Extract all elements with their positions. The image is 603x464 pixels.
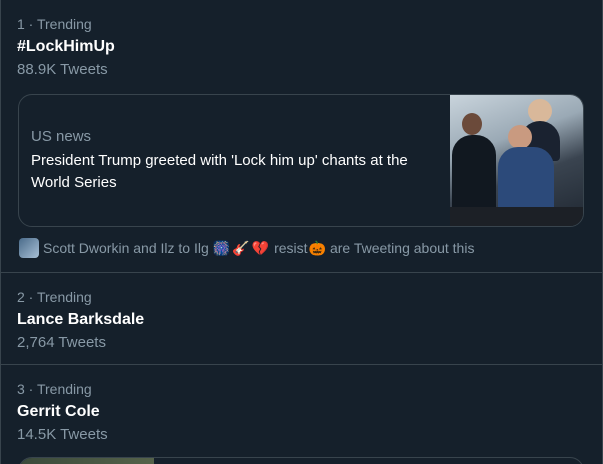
trend-name[interactable]: Gerrit Cole xyxy=(17,400,586,424)
news-card-image xyxy=(19,458,154,464)
social-suffix: are Tweeting about this xyxy=(329,240,475,256)
news-card-partial[interactable] xyxy=(18,457,584,464)
trend-tweet-count: 14.5K Tweets xyxy=(17,426,108,443)
news-card-image xyxy=(450,95,583,226)
fireworks-icon: 🎆 xyxy=(212,240,231,256)
news-card-text: US news President Trump greeted with 'Lo… xyxy=(19,95,450,226)
social-names: Scott Dworkin and Ilz to Ilg xyxy=(43,240,209,256)
trend-meta: 1 · Trending xyxy=(17,16,92,32)
pumpkin-icon: 🎃 xyxy=(308,240,326,256)
trend-tweet-count: 2,764 Tweets xyxy=(17,334,106,351)
trend-name[interactable]: #LockHimUp xyxy=(17,35,586,59)
trend-tweet-count: 88.9K Tweets xyxy=(17,61,108,78)
trend-name[interactable]: Lance Barksdale xyxy=(17,308,586,332)
news-card[interactable]: US news President Trump greeted with 'Lo… xyxy=(18,94,584,227)
broken-heart-icon: 💔 xyxy=(251,240,270,256)
trend-item-3[interactable]: 3 · Trending Gerrit Cole 14.5K Tweets xyxy=(1,365,602,464)
avatar xyxy=(19,238,39,258)
news-card-source: US news xyxy=(31,128,92,145)
trend-meta: 3 · Trending xyxy=(17,381,92,397)
trends-panel: 1 · Trending #LockHimUp 88.9K Tweets US … xyxy=(0,0,603,464)
trend-item-2[interactable]: 2 · Trending Lance Barksdale 2,764 Tweet… xyxy=(1,273,602,365)
trend-item-1[interactable]: 1 · Trending #LockHimUp 88.9K Tweets US … xyxy=(1,0,602,273)
guitar-icon: 🎸 xyxy=(232,240,250,256)
resist-label: resist xyxy=(274,240,308,256)
news-card-headline: President Trump greeted with 'Lock him u… xyxy=(31,152,408,191)
social-context[interactable]: Scott Dworkin and Ilz to Ilg 🎆 🎸 💔 resis… xyxy=(19,238,474,258)
trend-meta: 2 · Trending xyxy=(17,289,92,305)
